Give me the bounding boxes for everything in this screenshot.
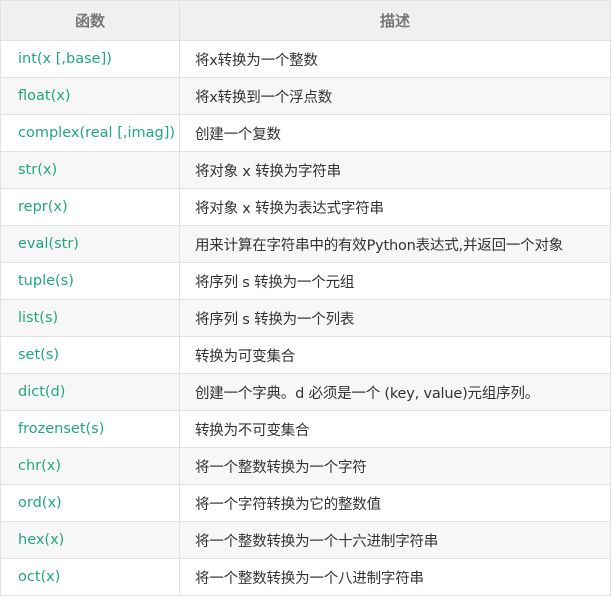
function-description: 用来计算在字符串中的有效Python表达式,并返回一个对象 [179,225,611,263]
function-description: 将一个整数转换为一个十六进制字符串 [179,521,611,559]
function-name: chr(x) [0,447,180,485]
function-name: float(x) [0,77,180,115]
table-row: chr(x) 将一个整数转换为一个字符 [0,447,611,485]
table-row: dict(d) 创建一个字典。d 必须是一个 (key, value)元组序列。 [0,373,611,411]
function-description: 将序列 s 转换为一个列表 [179,299,611,337]
table-row: oct(x) 将一个整数转换为一个八进制字符串 [0,558,611,596]
function-name: dict(d) [0,373,180,411]
table-row: list(s) 将序列 s 转换为一个列表 [0,299,611,337]
header-function: 函数 [0,0,180,41]
table-row: eval(str) 用来计算在字符串中的有效Python表达式,并返回一个对象 [0,225,611,263]
function-name: list(s) [0,299,180,337]
function-name: eval(str) [0,225,180,263]
function-name: ord(x) [0,484,180,522]
function-name: hex(x) [0,521,180,559]
function-description: 将序列 s 转换为一个元组 [179,262,611,300]
function-description: 转换为可变集合 [179,336,611,374]
function-table: 函数 描述 int(x [,base]) 将x转换为一个整数 float(x) … [0,0,611,596]
function-name: int(x [,base]) [0,40,180,78]
table-row: set(s) 转换为可变集合 [0,336,611,374]
function-name: complex(real [,imag]) [0,114,180,152]
function-name: tuple(s) [0,262,180,300]
function-description: 将一个字符转换为它的整数值 [179,484,611,522]
function-description: 转换为不可变集合 [179,410,611,448]
table-row: int(x [,base]) 将x转换为一个整数 [0,40,611,78]
header-description: 描述 [179,0,611,41]
table-row: repr(x) 将对象 x 转换为表达式字符串 [0,188,611,226]
function-description: 将对象 x 转换为字符串 [179,151,611,189]
function-name: repr(x) [0,188,180,226]
table-row: float(x) 将x转换到一个浮点数 [0,77,611,115]
table-row: complex(real [,imag]) 创建一个复数 [0,114,611,152]
function-description: 将一个整数转换为一个字符 [179,447,611,485]
function-description: 将x转换为一个整数 [179,40,611,78]
function-name: str(x) [0,151,180,189]
table-row: hex(x) 将一个整数转换为一个十六进制字符串 [0,521,611,559]
function-description: 将x转换到一个浮点数 [179,77,611,115]
table-header-row: 函数 描述 [0,0,611,41]
table-row: tuple(s) 将序列 s 转换为一个元组 [0,262,611,300]
function-name: frozenset(s) [0,410,180,448]
function-description: 将对象 x 转换为表达式字符串 [179,188,611,226]
function-description: 创建一个复数 [179,114,611,152]
function-name: set(s) [0,336,180,374]
table-row: frozenset(s) 转换为不可变集合 [0,410,611,448]
function-description: 创建一个字典。d 必须是一个 (key, value)元组序列。 [179,373,611,411]
function-name: oct(x) [0,558,180,596]
function-description: 将一个整数转换为一个八进制字符串 [179,558,611,596]
table-row: ord(x) 将一个字符转换为它的整数值 [0,484,611,522]
table-row: str(x) 将对象 x 转换为字符串 [0,151,611,189]
